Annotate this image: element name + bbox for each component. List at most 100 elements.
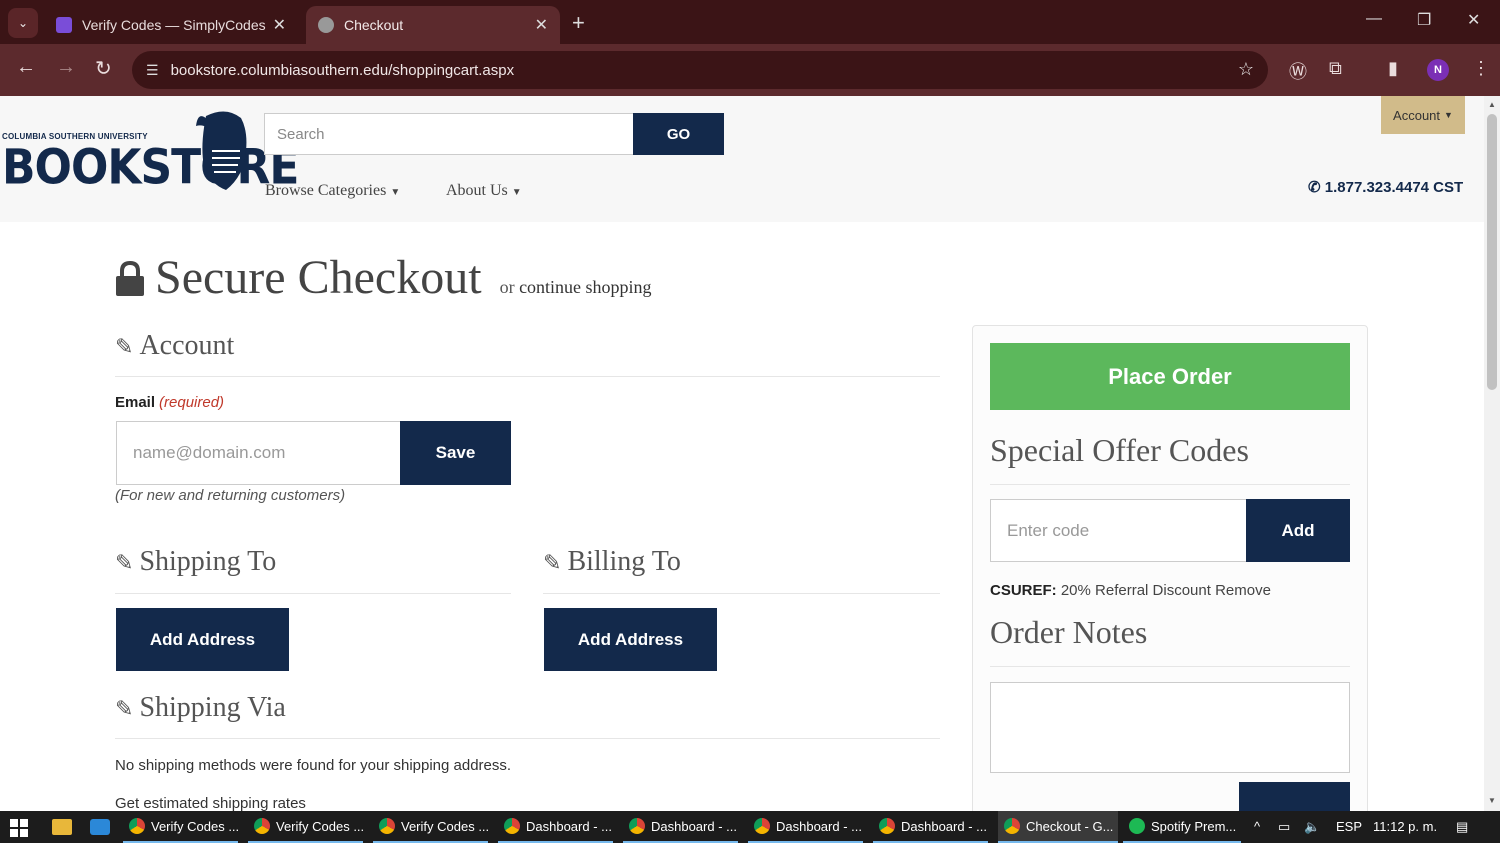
estimate-shipping-link[interactable]: Get estimated shipping rates: [115, 795, 306, 811]
taskbar-item-active[interactable]: Checkout - G...: [998, 811, 1118, 843]
account-heading-text: Account: [139, 330, 235, 361]
tab-title: Verify Codes — SimplyCodes: [82, 17, 266, 33]
add-code-button[interactable]: Add: [1246, 499, 1350, 562]
tab-verify-codes[interactable]: Verify Codes — SimplyCodes ✕: [44, 6, 298, 44]
pencil-icon[interactable]: ✎: [543, 550, 561, 575]
browser-menu-icon[interactable]: ⋮: [1472, 58, 1490, 79]
scroll-down-icon[interactable]: ▼: [1488, 796, 1496, 805]
chrome-icon: [1004, 818, 1020, 834]
side-panel-icon[interactable]: ▮: [1388, 58, 1398, 79]
url-text: bookstore.columbiasouthern.edu/shoppingc…: [170, 61, 515, 79]
tray-chevron-icon[interactable]: ^: [1254, 819, 1260, 834]
page-title: Secure Checkout or continue shopping: [115, 250, 652, 309]
secure-checkout-title: Secure Checkout: [155, 251, 482, 304]
shipping-heading-text: Shipping To: [139, 546, 277, 577]
menu-label: Browse Categories: [265, 182, 387, 199]
tab-title: Checkout: [344, 17, 404, 33]
pencil-icon[interactable]: ✎: [115, 334, 133, 359]
taskbar-item[interactable]: Verify Codes ...: [373, 811, 488, 843]
save-email-button[interactable]: Save: [400, 421, 511, 485]
profile-avatar[interactable]: N: [1427, 59, 1449, 81]
divider: [990, 484, 1350, 485]
reload-icon[interactable]: ↻: [95, 56, 112, 81]
close-window-icon[interactable]: ✕: [1467, 10, 1480, 30]
taskbar-item[interactable]: Verify Codes ...: [123, 811, 238, 843]
bookstore-logo[interactable]: COLUMBIA SOUTHERN UNIVERSITY BOOKSTORE: [0, 106, 299, 196]
notifications-icon[interactable]: ▤: [1456, 819, 1468, 835]
promo-code: CSUREF:: [990, 582, 1057, 599]
restore-icon[interactable]: ❐: [1417, 10, 1431, 30]
file-explorer-icon[interactable]: [52, 819, 72, 835]
remove-promo-link[interactable]: Remove: [1215, 582, 1271, 599]
taskbar-item-label: Verify Codes ...: [401, 818, 488, 834]
new-tab-icon[interactable]: +: [572, 10, 585, 36]
taskbar-item-label: Dashboard - ...: [901, 818, 987, 834]
order-notes-textarea[interactable]: [990, 682, 1350, 773]
menu-about-us[interactable]: About Us ▼: [446, 182, 522, 200]
clock[interactable]: 11:12 p. m.: [1373, 819, 1437, 834]
close-tab-icon[interactable]: ✕: [535, 15, 548, 35]
minimize-icon[interactable]: —: [1366, 10, 1382, 28]
logo-bookstore: BOOKSTORE: [2, 139, 299, 196]
taskbar-item[interactable]: Verify Codes ...: [248, 811, 363, 843]
continue-shopping-link[interactable]: continue shopping: [519, 277, 652, 297]
billing-to-heading: ✎ Billing To: [543, 546, 681, 578]
taskbar-item-label: Verify Codes ...: [276, 818, 363, 834]
phone-text: 1.877.323.4474 CST: [1324, 179, 1464, 196]
offer-code-input[interactable]: Enter code: [990, 499, 1247, 562]
web-page: COLUMBIA SOUTHERN UNIVERSITY BOOKSTORE S…: [0, 96, 1484, 811]
taskbar-item[interactable]: Dashboard - ...: [623, 811, 738, 843]
phone-number[interactable]: ✆ 1.877.323.4474 CST: [1308, 178, 1463, 196]
close-tab-icon[interactable]: ✕: [273, 15, 286, 35]
scroll-up-icon[interactable]: ▲: [1488, 100, 1496, 109]
store-icon[interactable]: [90, 819, 110, 835]
tab-checkout[interactable]: Checkout ✕: [306, 6, 560, 44]
email-label-text: Email: [115, 394, 156, 411]
search-input[interactable]: Search: [264, 113, 634, 155]
address-bar[interactable]: ☰ bookstore.columbiasouthern.edu/shoppin…: [132, 51, 1268, 89]
shipping-via-heading: ✎ Shipping Via: [115, 692, 286, 724]
divider: [543, 593, 940, 594]
bookmark-star-icon[interactable]: ☆: [1238, 59, 1254, 80]
search-go-button[interactable]: GO: [633, 113, 724, 155]
add-billing-address-button[interactable]: Add Address: [544, 608, 717, 671]
extensions-puzzle-icon[interactable]: ⧉: [1329, 58, 1342, 79]
network-icon[interactable]: ▭: [1278, 819, 1290, 835]
account-dropdown[interactable]: Account ▼: [1381, 96, 1465, 134]
forward-icon[interactable]: →: [56, 56, 76, 79]
taskbar-item[interactable]: Spotify Prem...: [1123, 811, 1241, 843]
pencil-icon[interactable]: ✎: [115, 696, 133, 721]
add-shipping-address-button[interactable]: Add Address: [116, 608, 289, 671]
taskbar-item[interactable]: Dashboard - ...: [748, 811, 863, 843]
taskbar-item[interactable]: Dashboard - ...: [498, 811, 613, 843]
place-order-button[interactable]: Place Order: [990, 343, 1350, 410]
back-icon[interactable]: ←: [16, 56, 36, 79]
taskbar-item-label: Spotify Prem...: [1151, 818, 1237, 834]
site-info-icon[interactable]: ☰: [146, 62, 159, 79]
phone-icon: ✆: [1308, 179, 1321, 196]
scrollbar-thumb[interactable]: [1487, 114, 1497, 390]
volume-icon[interactable]: 🔈: [1304, 819, 1320, 835]
pencil-icon[interactable]: ✎: [115, 550, 133, 575]
chrome-icon: [754, 818, 770, 834]
site-header: COLUMBIA SOUTHERN UNIVERSITY BOOKSTORE S…: [0, 96, 1484, 222]
simplycodes-favicon-icon: [56, 17, 72, 33]
no-shipping-message: No shipping methods were found for your …: [115, 757, 512, 774]
windows-taskbar: Verify Codes ... Verify Codes ... Verify…: [0, 811, 1500, 843]
tab-search-button[interactable]: ⌄: [8, 8, 38, 38]
save-notes-button[interactable]: [1239, 782, 1350, 811]
caret-down-icon: ▼: [511, 187, 522, 198]
account-heading: ✎ Account: [115, 330, 234, 362]
chrome-icon: [629, 818, 645, 834]
page-scrollbar[interactable]: ▲ ▼: [1484, 96, 1500, 811]
menu-browse-categories[interactable]: Browse Categories ▼: [265, 182, 400, 200]
promo-description: 20% Referral Discount: [1060, 582, 1211, 599]
email-field[interactable]: name@domain.com: [116, 421, 401, 485]
shipping-to-heading: ✎ Shipping To: [115, 546, 276, 578]
browser-tab-bar: ⌄ Verify Codes — SimplyCodes ✕ Checkout …: [0, 0, 1500, 44]
menu-label: About Us: [446, 182, 508, 199]
windows-start-icon[interactable]: [10, 819, 28, 837]
taskbar-item[interactable]: Dashboard - ...: [873, 811, 988, 843]
language-indicator[interactable]: ESP: [1336, 819, 1362, 834]
extension-w-icon[interactable]: Ⓦ: [1289, 58, 1307, 84]
